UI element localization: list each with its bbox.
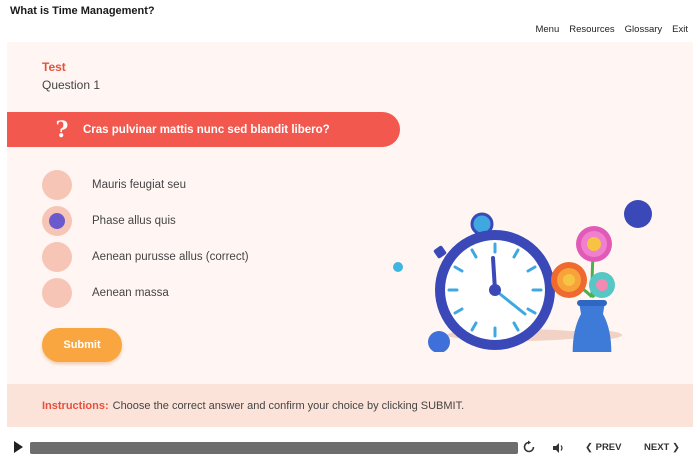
resources-link[interactable]: Resources	[569, 24, 614, 35]
course-title: What is Time Management?	[10, 5, 155, 17]
question-mark-icon: ?	[55, 116, 69, 143]
answer-option-3[interactable]: Aenean purusse allus (correct)	[42, 242, 249, 272]
answer-option-2[interactable]: Phase allus quis	[42, 206, 249, 236]
chevron-left-icon: ❮	[585, 442, 596, 453]
section-label: Test	[42, 60, 66, 74]
play-icon[interactable]	[14, 441, 23, 453]
next-label: NEXT	[644, 442, 670, 453]
answer-option-4[interactable]: Aenean massa	[42, 278, 249, 308]
option-label: Phase allus quis	[92, 215, 176, 227]
next-button[interactable]: NEXT ❯	[644, 442, 680, 453]
submit-button[interactable]: Submit	[42, 328, 122, 362]
radio-button[interactable]	[42, 278, 72, 308]
progress-fill	[30, 442, 518, 454]
instructions-label: Instructions:	[42, 399, 109, 412]
player-controls: ❮ PREV NEXT ❯	[0, 437, 700, 459]
progress-bar[interactable]	[30, 442, 518, 454]
instructions-bar: Instructions: Choose the correct answer …	[7, 384, 693, 427]
slide-stage: Test Question 1 ? Cras pulvinar mattis n…	[7, 42, 693, 427]
radio-button-selected[interactable]	[42, 206, 72, 236]
stopwatch-and-flowers-illustration	[387, 152, 677, 362]
answer-options: Mauris feugiat seu Phase allus quis Aene…	[42, 170, 249, 314]
prev-label: PREV	[595, 442, 622, 453]
glossary-link[interactable]: Glossary	[625, 24, 662, 35]
radio-button[interactable]	[42, 242, 72, 272]
radio-button[interactable]	[42, 170, 72, 200]
volume-icon[interactable]	[552, 441, 565, 459]
replay-icon[interactable]	[522, 440, 536, 459]
option-label: Mauris feugiat seu	[92, 179, 186, 191]
answer-option-1[interactable]: Mauris feugiat seu	[42, 170, 249, 200]
option-label: Aenean purusse allus (correct)	[92, 251, 249, 263]
question-number: Question 1	[42, 78, 101, 92]
menu-link[interactable]: Menu	[535, 24, 559, 35]
exit-link[interactable]: Exit	[672, 24, 688, 35]
option-label: Aenean massa	[92, 287, 169, 299]
illustration-svg	[393, 200, 652, 362]
prev-button[interactable]: ❮ PREV	[585, 442, 621, 453]
question-banner: ? Cras pulvinar mattis nunc sed blandit …	[7, 112, 400, 147]
top-navigation: Menu Resources Glossary Exit	[535, 24, 688, 35]
chevron-right-icon: ❯	[669, 442, 680, 453]
instructions-text: Choose the correct answer and confirm yo…	[112, 399, 465, 412]
question-text: Cras pulvinar mattis nunc sed blandit li…	[83, 123, 330, 136]
